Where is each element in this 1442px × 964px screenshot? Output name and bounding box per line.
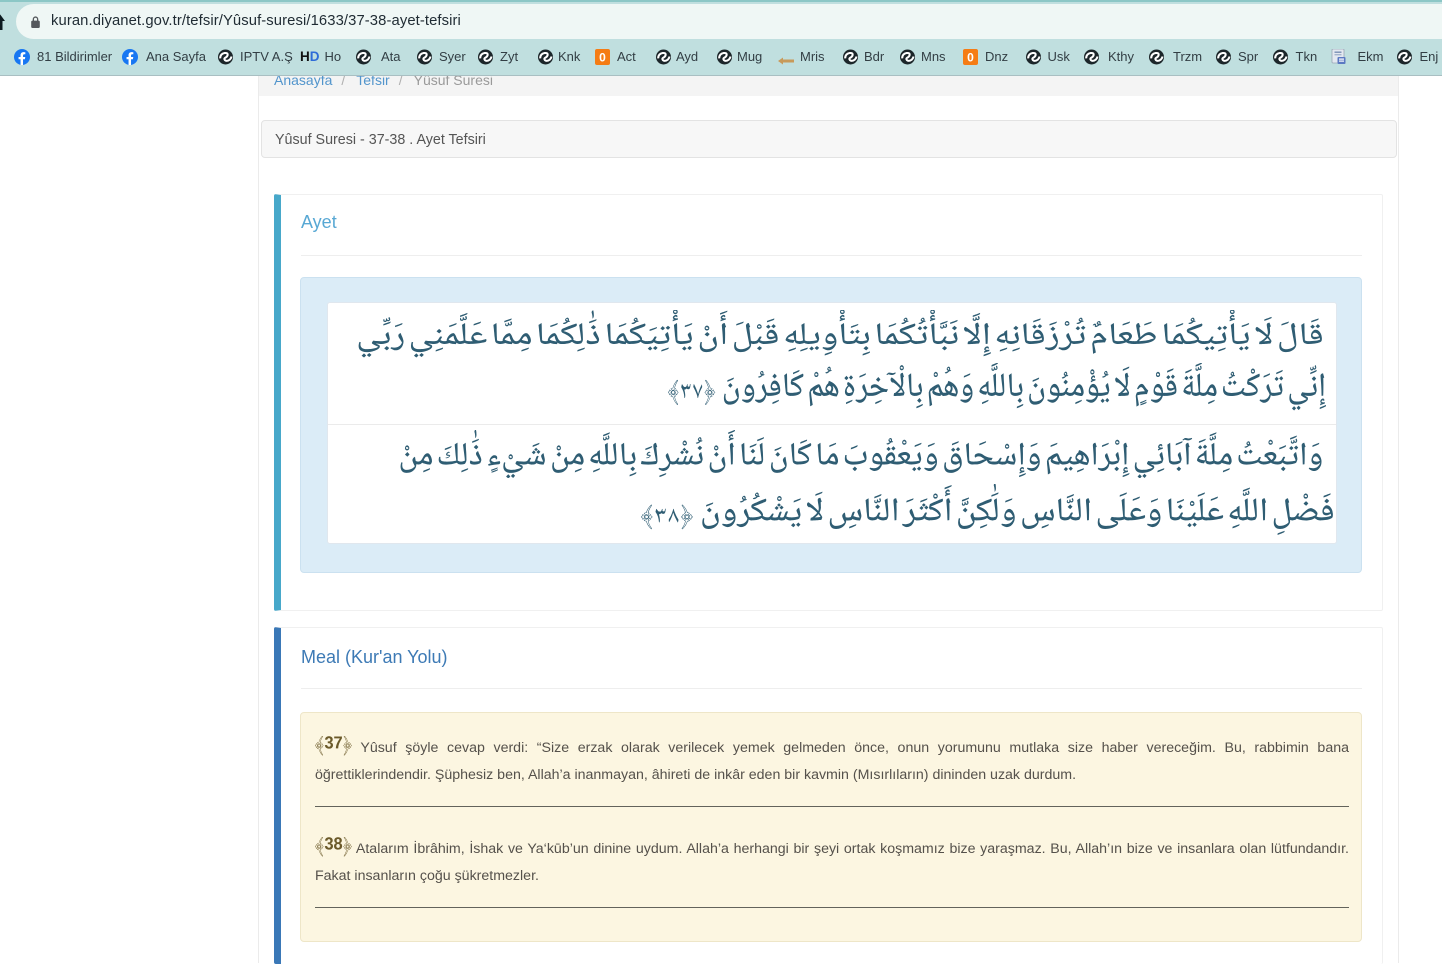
svg-text:0: 0 — [599, 50, 606, 64]
svg-text:0: 0 — [967, 50, 974, 64]
